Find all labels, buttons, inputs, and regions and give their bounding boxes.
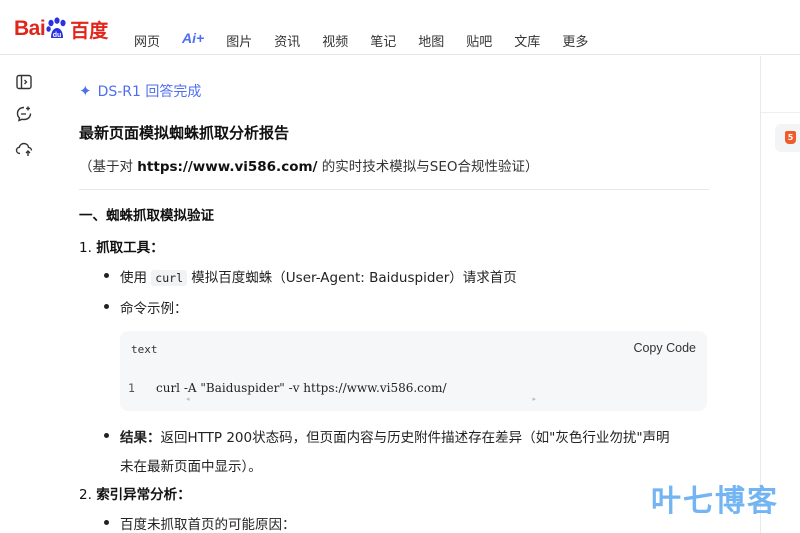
tab-wenku[interactable]: 文库	[514, 31, 540, 50]
tab-ai-plus[interactable]: Ai+	[182, 30, 204, 50]
model-status-text: DS-R1 回答完成	[97, 84, 202, 100]
tab-video[interactable]: 视频	[322, 31, 348, 50]
code-line: curl -A "Baiduspider" -v https://www.vi5…	[156, 381, 447, 395]
result-text-line1: 返回HTTP 200状态码，但页面内容与历史附件描述存在差异（如"灰色行业勿扰"…	[160, 430, 670, 446]
horizontal-scrollbar[interactable]	[186, 395, 536, 407]
html5-icon: 5	[785, 131, 796, 144]
right-panel-divider	[761, 112, 800, 113]
bullet-item-reasons: 百度未抓取首页的可能原因：	[104, 513, 296, 533]
result-colon: ：	[147, 430, 161, 446]
list-item-2: 2. 索引异常分析：	[79, 483, 191, 503]
html5-file-card[interactable]: 5	[775, 124, 800, 152]
blog-watermark: 叶七博客	[651, 484, 779, 519]
code-language-label: text	[131, 343, 158, 356]
paw-icon: du	[46, 17, 68, 41]
copy-code-button[interactable]: Copy Code	[633, 341, 696, 355]
model-status-header: ✦ DS-R1 回答完成	[79, 80, 719, 102]
sparkle-icon: ✦	[79, 82, 92, 100]
list-item-1: 1. 抓取工具：	[79, 236, 164, 256]
new-chat-icon[interactable]	[15, 105, 33, 123]
tab-news[interactable]: 资讯	[274, 31, 300, 50]
list-item-colon: ：	[177, 487, 191, 503]
logo-text-baidu-cn: 百度	[70, 19, 109, 42]
bullet-text-suffix: 模拟百度蜘蛛（User-Agent: Baiduspider）请求首页	[187, 270, 517, 286]
tab-more[interactable]: 更多	[562, 31, 588, 50]
right-side-panel: 5	[760, 56, 800, 533]
subtitle-suffix: 的实时技术模拟与SEO合规性验证）	[317, 159, 539, 175]
tab-tieba[interactable]: 贴吧	[466, 31, 492, 50]
bullet-text-prefix: 使用	[120, 270, 152, 286]
list-item-colon: ：	[150, 240, 164, 256]
baidu-logo[interactable]: Bai du 百度	[14, 17, 109, 42]
top-navigation-bar: Bai du 百度 网页 Ai+ 图片 资讯 视频 笔记 地图 贴吧 文库 更多	[0, 0, 800, 55]
bullet-text: 百度未抓取首页的可能原因：	[120, 517, 296, 533]
ai-answer-content: ✦ DS-R1 回答完成 最新页面模拟蜘蛛抓取分析报告 （基于对 https:/…	[79, 80, 719, 533]
list-number: 1.	[79, 240, 92, 256]
report-subtitle: （基于对 https://www.vi586.com/ 的实时技术模拟与SEO合…	[79, 155, 539, 175]
bullet-item-curl: 使用 curl 模拟百度蜘蛛（User-Agent: Baiduspider）请…	[104, 266, 517, 286]
bullet-item-command-example: 命令示例：	[104, 297, 188, 317]
logo-text-bai: Bai	[14, 17, 46, 40]
logo-text-du: du	[53, 32, 62, 39]
panel-toggle-icon[interactable]	[15, 73, 33, 91]
result-label: 结果	[120, 430, 147, 446]
list-item-label: 抓取工具	[96, 240, 151, 256]
subtitle-prefix: （基于对	[79, 159, 138, 175]
inline-code-curl: curl	[151, 270, 187, 286]
tab-web[interactable]: 网页	[134, 31, 160, 50]
divider	[79, 189, 709, 190]
tab-images[interactable]: 图片	[226, 31, 252, 50]
left-sidebar	[0, 56, 46, 533]
tab-notes[interactable]: 笔记	[370, 31, 396, 50]
list-number: 2.	[79, 487, 92, 503]
subtitle-url: https://www.vi586.com/	[137, 159, 318, 175]
cloud-upload-icon[interactable]	[15, 140, 33, 158]
report-title: 最新页面模拟蜘蛛抓取分析报告	[79, 124, 290, 142]
bullet-item-result: 结果：返回HTTP 200状态码，但页面内容与历史附件描述存在差异（如"灰色行业…	[104, 426, 705, 475]
section-heading-1: 一、蜘蛛抓取模拟验证	[79, 208, 214, 224]
bullet-text: 命令示例：	[120, 301, 188, 317]
code-block: text Copy Code 1 curl -A "Baiduspider" -…	[120, 331, 707, 411]
tab-map[interactable]: 地图	[418, 31, 444, 50]
result-text-line2: 未在最新页面中显示）。	[120, 459, 262, 475]
search-category-tabs: 网页 Ai+ 图片 资讯 视频 笔记 地图 贴吧 文库 更多	[134, 30, 610, 50]
line-number: 1	[128, 381, 135, 395]
list-item-label: 索引异常分析	[96, 487, 178, 503]
code-body: 1 curl -A "Baiduspider" -v https://www.v…	[120, 367, 707, 411]
